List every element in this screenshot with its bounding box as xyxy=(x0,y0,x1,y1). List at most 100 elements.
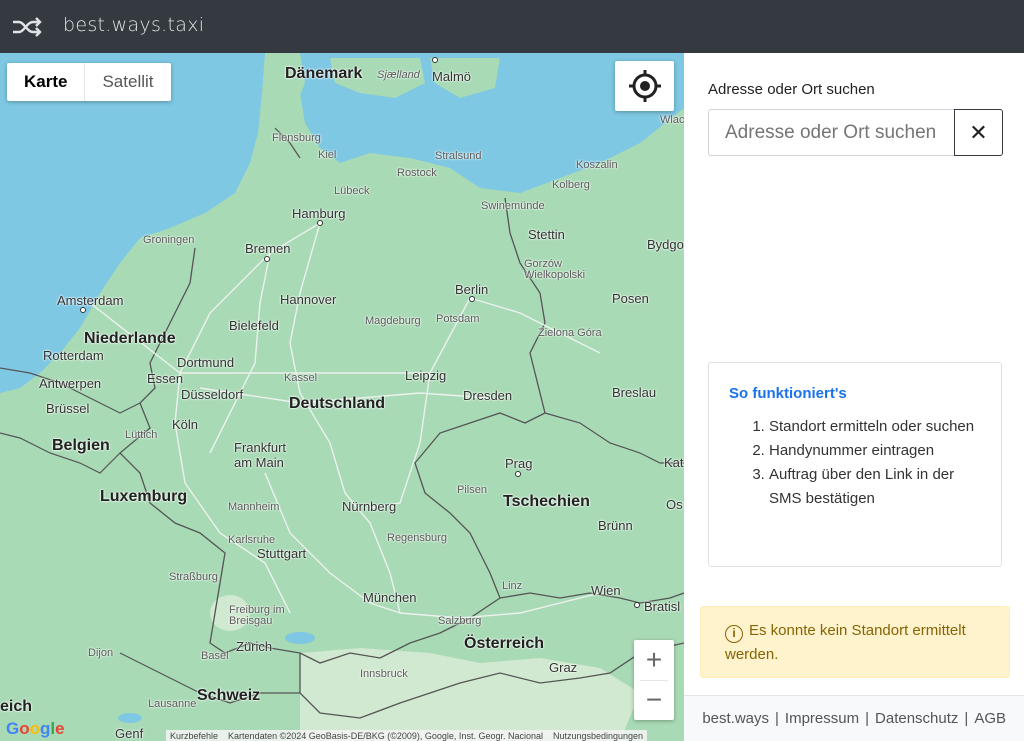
map-label: Prag xyxy=(505,456,533,471)
map-label: Posen xyxy=(612,291,649,306)
map-label: Kassel xyxy=(284,372,318,384)
map-label: Köln xyxy=(172,417,199,432)
map-label: Salzburg xyxy=(438,615,482,627)
map-label: Stralsund xyxy=(435,150,482,162)
zoom-in-button[interactable]: + xyxy=(634,640,674,680)
map-label: Zielona Góra xyxy=(538,327,602,339)
map-label: Amsterdam xyxy=(57,293,124,308)
map-label: Regensburg xyxy=(387,532,447,544)
clear-search-button[interactable]: ✕ xyxy=(954,109,1003,156)
map-label: Freiburg im Breisgau xyxy=(229,604,285,627)
map-label: Karlsruhe xyxy=(228,534,276,546)
map-label: eich xyxy=(0,698,33,715)
map-label: Groningen xyxy=(143,234,195,246)
how-it-works-steps: Standort ermitteln oder suchen Handynumm… xyxy=(753,415,983,511)
search-label: Adresse oder Ort suchen xyxy=(708,81,875,98)
footer-brand-link[interactable]: best.ways xyxy=(702,710,769,727)
map-label: Dänemark xyxy=(285,65,363,82)
map-label: Berlin xyxy=(455,282,489,297)
map-label: Basel xyxy=(201,650,229,662)
zoom-control: + − xyxy=(634,640,674,720)
map-label: Lüttich xyxy=(125,429,158,441)
map-label: Mannheim xyxy=(228,501,280,513)
map-label: Rotterdam xyxy=(43,348,104,363)
map-label: Österreich xyxy=(464,635,545,652)
map-type-control: Karte Satellit xyxy=(7,63,171,101)
map-label: Schweiz xyxy=(197,687,261,704)
map-label: Breslau xyxy=(612,385,657,400)
city-dot xyxy=(80,307,86,313)
terms-link[interactable]: Nutzungsbedingungen xyxy=(553,730,643,741)
map-label: Niederlande xyxy=(84,330,176,347)
brand-name[interactable]: best.ways.taxi xyxy=(63,14,204,36)
map-attribution: Kurzbefehle Kartendaten ©2024 GeoBasis-D… xyxy=(166,730,648,741)
city-dot xyxy=(469,296,475,302)
how-it-works-title: So funktioniert's xyxy=(729,385,847,402)
footer: best.ways | Impressum | Datenschutz | AG… xyxy=(684,695,1024,741)
locate-button[interactable] xyxy=(615,61,674,111)
map-label: Malmö xyxy=(432,69,472,84)
map-label: Hamburg xyxy=(292,206,346,221)
step-item: Handynummer eintragen xyxy=(769,439,983,463)
map-type-satellit[interactable]: Satellit xyxy=(84,63,170,101)
map-label: Deutschland xyxy=(289,395,386,412)
info-icon: i xyxy=(725,625,743,643)
map-label: Koszalin xyxy=(576,159,618,171)
map-label: Kiel xyxy=(318,149,337,161)
footer-separator: | xyxy=(964,710,969,727)
map-label: Dresden xyxy=(463,388,513,403)
footer-separator: | xyxy=(775,710,779,727)
search-input[interactable] xyxy=(708,109,954,156)
map-label: Linz xyxy=(502,580,523,592)
map-label: Bielefeld xyxy=(229,318,279,333)
step-item: Standort ermitteln oder suchen xyxy=(769,415,983,439)
how-it-works-card: So funktioniert's Standort ermitteln ode… xyxy=(708,362,1002,567)
map-label: Brünn xyxy=(598,518,633,533)
map-label: Wlac xyxy=(660,114,684,126)
map-label: Sjælland xyxy=(377,69,420,81)
map-label: Düsseldorf xyxy=(181,387,244,402)
map-label: Essen xyxy=(147,371,184,386)
map-type-karte[interactable]: Karte xyxy=(7,63,84,101)
crosshair-icon xyxy=(628,70,661,102)
footer-agb-link[interactable]: AGB xyxy=(974,710,1006,727)
map-label: Hannover xyxy=(280,292,337,307)
map-label: Dijon xyxy=(88,647,114,659)
map-label: Lübeck xyxy=(334,185,370,197)
map-label: Nürnberg xyxy=(342,499,397,514)
map-data-credit: Kartendaten ©2024 GeoBasis-DE/BKG (©2009… xyxy=(228,731,543,741)
map-label: Wien xyxy=(591,583,621,598)
map-label: Gorzów Wielkopolski xyxy=(524,258,586,281)
map-label: Pilsen xyxy=(457,484,487,496)
city-dot xyxy=(317,220,323,226)
map-label: Dortmund xyxy=(177,355,235,370)
map-label: Zürich xyxy=(236,639,273,654)
map-label: Genf xyxy=(115,726,144,741)
footer-impressum-link[interactable]: Impressum xyxy=(785,710,859,727)
zoom-out-button[interactable]: − xyxy=(634,680,674,720)
map-label: Os xyxy=(666,497,683,512)
map-label: Tschechien xyxy=(503,493,590,510)
keyboard-shortcuts-link[interactable]: Kurzbefehle xyxy=(170,730,218,741)
map-label: Kat xyxy=(664,455,684,470)
map-label: Luxemburg xyxy=(100,488,188,505)
google-logo[interactable]: Google xyxy=(6,719,65,739)
map-label: Straßburg xyxy=(169,571,218,583)
map-label: Frankfurt am Main xyxy=(234,440,287,470)
map[interactable]: Dänemark Sjælland Malmö Wlac Flensburg K… xyxy=(0,53,684,741)
map-label: Magdeburg xyxy=(365,315,421,327)
map-label: Bydgo xyxy=(647,237,684,252)
map-label: Leipzig xyxy=(405,368,447,383)
city-dot xyxy=(634,602,640,608)
step-item: Auftrag über den Link in der SMS bestäti… xyxy=(769,463,983,511)
map-label: Rostock xyxy=(397,167,437,179)
map-label: Lausanne xyxy=(148,698,197,710)
map-label: Antwerpen xyxy=(39,376,102,391)
footer-datenschutz-link[interactable]: Datenschutz xyxy=(875,710,958,727)
map-label: Swinemünde xyxy=(481,200,545,212)
zoom-divider xyxy=(640,680,668,681)
shuffle-icon[interactable] xyxy=(12,16,42,38)
footer-separator: | xyxy=(865,710,870,727)
map-label: Stettin xyxy=(528,227,565,242)
map-label: Graz xyxy=(549,660,578,675)
